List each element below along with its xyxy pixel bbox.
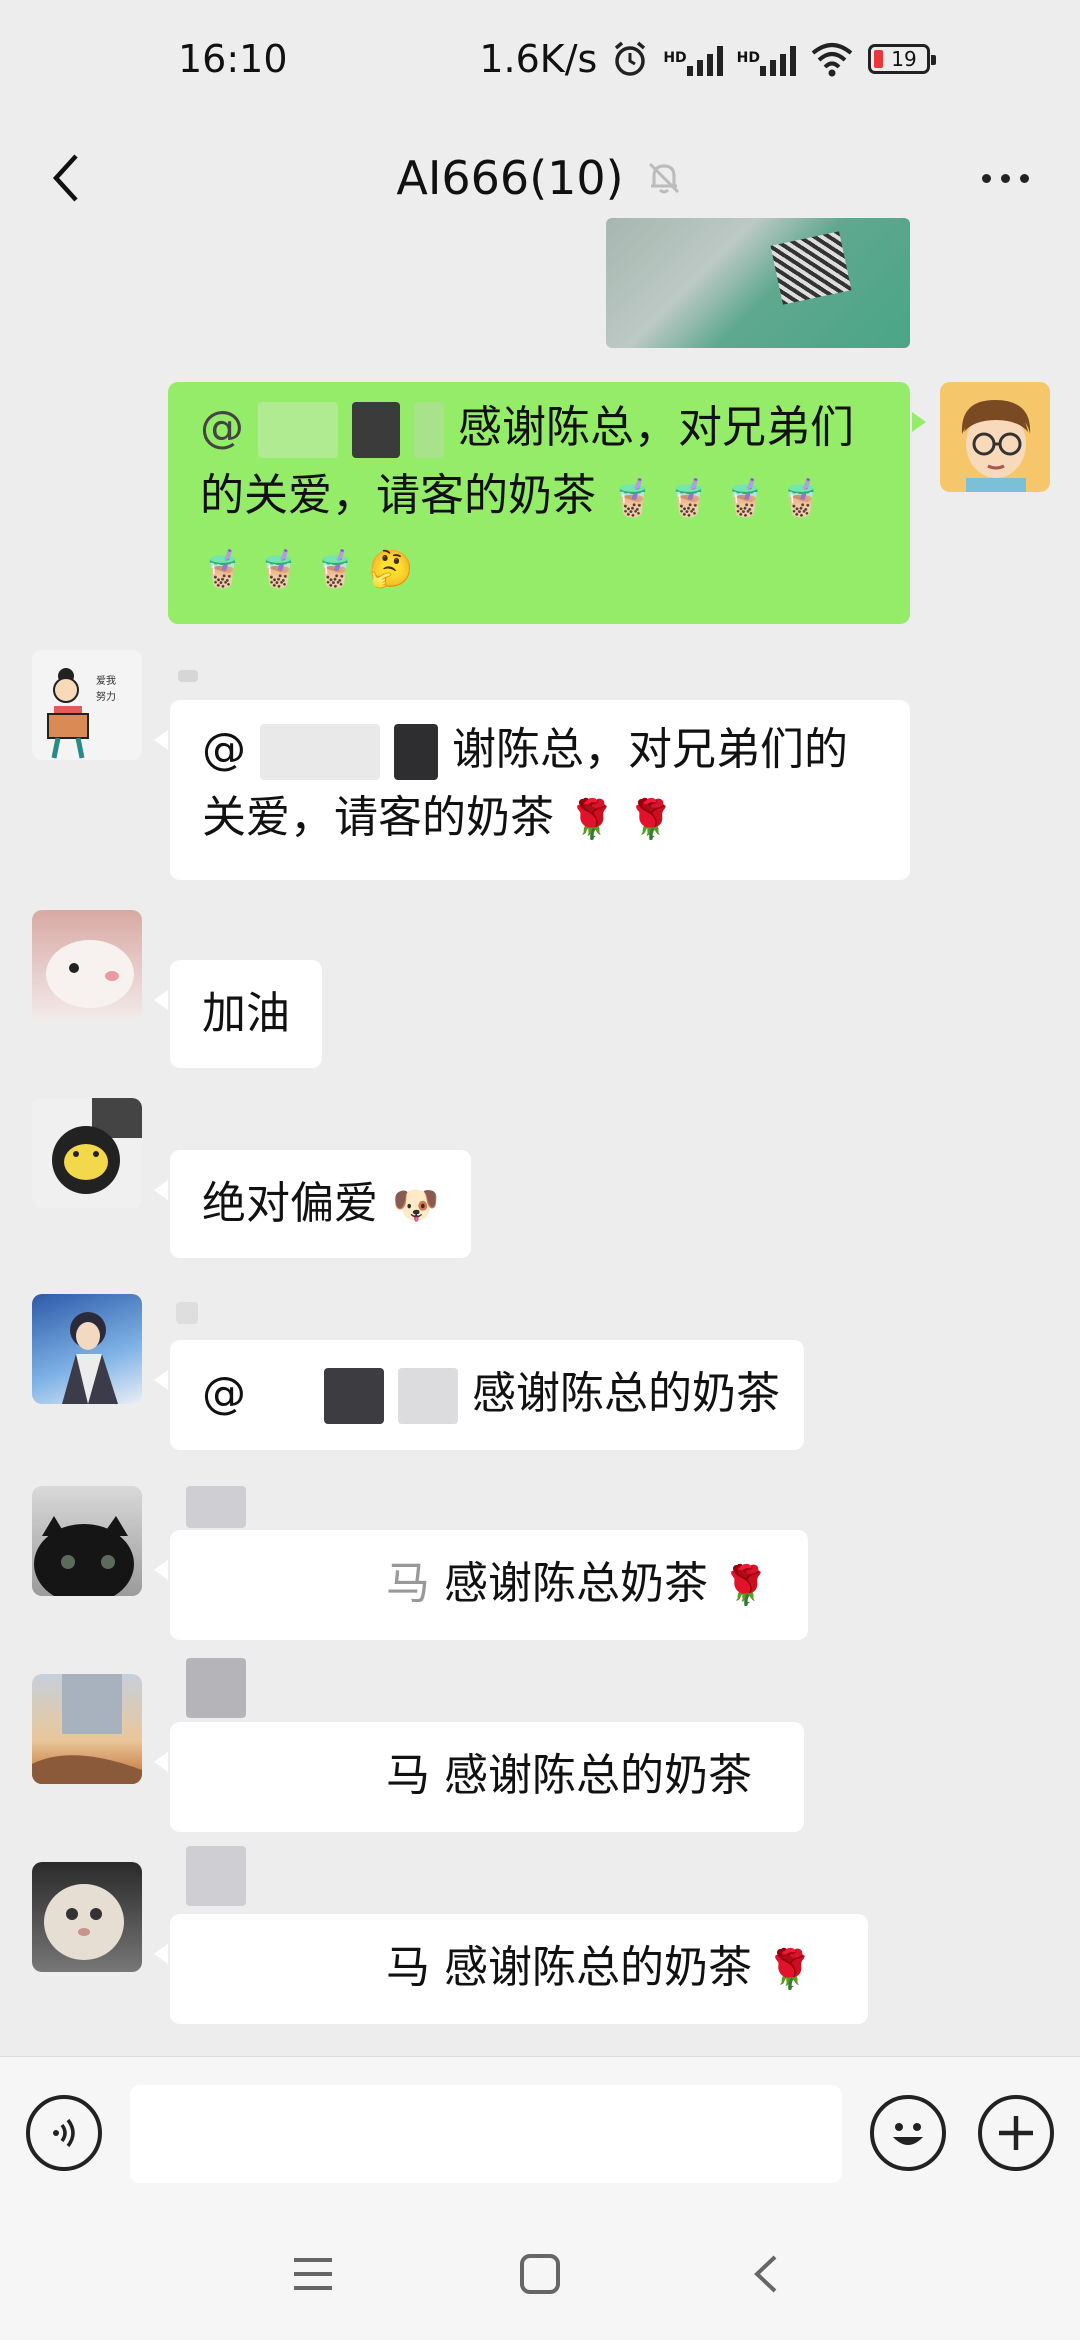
message-bubble-received[interactable]: 马 感谢陈总的奶茶 bbox=[154, 1722, 804, 1832]
avatar[interactable] bbox=[32, 1674, 142, 1784]
message-bubble-received[interactable]: @ 谢陈总，对兄弟们的 关爱，请客的奶茶 🌹 🌹 bbox=[154, 700, 910, 880]
nickname-redacted bbox=[186, 1658, 246, 1718]
message-text: 感谢陈总的奶茶 bbox=[444, 1942, 752, 1993]
back-icon[interactable] bbox=[38, 148, 98, 208]
message-text: 关爱，请客的奶茶 bbox=[202, 792, 554, 843]
status-indicators: 1.6K/s HD HD 19 bbox=[479, 37, 936, 81]
avatar[interactable] bbox=[940, 382, 1050, 492]
chat-title[interactable]: AI666(10) bbox=[396, 151, 623, 205]
message-bubble-received[interactable]: 绝对偏爱 🐶 bbox=[153, 1150, 472, 1258]
mute-icon bbox=[648, 162, 679, 194]
alarm-icon bbox=[615, 41, 646, 76]
plus-icon[interactable] bbox=[978, 2095, 1054, 2171]
cartoon-girl-avatar: 爱我 努力 bbox=[47, 668, 116, 759]
message-bubble-received[interactable]: @ 感谢陈总的奶茶 bbox=[154, 1340, 804, 1450]
signal-icon: HD bbox=[737, 42, 796, 76]
redacted-name bbox=[394, 724, 438, 780]
input-bar bbox=[0, 2056, 1080, 2208]
signal-hd-label: HD bbox=[736, 50, 760, 66]
redacted-name bbox=[202, 1558, 372, 1614]
battery-icon: 19 bbox=[868, 44, 936, 74]
avatar[interactable] bbox=[32, 1294, 142, 1404]
message-bubble-received[interactable]: 马 感谢陈总奶茶 🌹 bbox=[154, 1530, 808, 1640]
rose-emoji: 🌹 🌹 bbox=[568, 797, 675, 841]
avatar[interactable]: 爱我 努力 bbox=[32, 650, 142, 760]
avatar[interactable] bbox=[32, 910, 142, 1020]
svg-text:努力: 努力 bbox=[96, 690, 116, 703]
message-text: 感谢陈总的奶茶 bbox=[444, 1750, 752, 1801]
emoji-icon[interactable] bbox=[870, 2095, 946, 2171]
redacted-name bbox=[202, 1750, 372, 1806]
message-text: 马 bbox=[386, 1750, 430, 1801]
message-text: 绝对偏爱 bbox=[202, 1178, 378, 1229]
avatar[interactable] bbox=[32, 1486, 142, 1596]
bubble-tea-emoji: 🧋 🧋 🧋 🧋 bbox=[610, 478, 824, 519]
mention-prefix: @ bbox=[202, 1368, 246, 1419]
nickname-redacted bbox=[186, 1846, 246, 1906]
message-text: 感谢陈总奶茶 bbox=[444, 1558, 708, 1609]
svg-text:爱我: 爱我 bbox=[96, 674, 116, 687]
rose-emoji: 🌹 bbox=[722, 1563, 770, 1607]
message-text: 感谢陈总的奶茶 bbox=[472, 1368, 780, 1419]
redacted-name bbox=[258, 402, 338, 458]
back-nav-icon[interactable] bbox=[737, 2244, 797, 2304]
qr-code-image bbox=[770, 231, 852, 305]
nickname-redacted bbox=[178, 670, 198, 682]
redacted-name bbox=[260, 1368, 310, 1424]
message-text: 加油 bbox=[202, 988, 290, 1039]
redacted-name bbox=[202, 1942, 372, 1998]
wifi-icon bbox=[811, 43, 853, 77]
signal-icon: HD bbox=[663, 42, 723, 76]
message-bubble-sent[interactable]: @ 感谢陈总，对兄弟们 的关爱，请客的奶茶 🧋 🧋 🧋 🧋 🧋 🧋 🧋 🤔 bbox=[168, 382, 926, 624]
redacted-name bbox=[324, 1368, 384, 1424]
redacted-name bbox=[398, 1368, 458, 1424]
rose-emoji: 🌹 bbox=[766, 1947, 814, 1991]
hamster-avatar bbox=[46, 940, 134, 1008]
bubble-tea-emoji: 🧋 🧋 🧋 🤔 bbox=[200, 549, 414, 590]
battery-level: 19 bbox=[891, 47, 917, 71]
redacted-name bbox=[352, 402, 400, 458]
network-speed: 1.6K/s bbox=[479, 37, 598, 81]
nickname-redacted bbox=[176, 1302, 198, 1324]
more-icon[interactable] bbox=[970, 148, 1040, 208]
signal-hd-label: HD bbox=[663, 50, 687, 66]
duck-avatar bbox=[52, 1098, 142, 1194]
cartoon-glasses-avatar bbox=[961, 400, 1031, 492]
message-text: 马 bbox=[386, 1942, 430, 1993]
avatar[interactable] bbox=[32, 1098, 142, 1208]
voice-icon[interactable] bbox=[26, 2095, 102, 2171]
home-icon[interactable] bbox=[510, 2244, 570, 2304]
mention-prefix: @ bbox=[202, 724, 246, 775]
message-text: 马 bbox=[386, 1558, 430, 1609]
message-bubble-received[interactable]: 马 感谢陈总的奶茶 🌹 bbox=[154, 1914, 868, 2024]
message-text: 谢陈总，对兄弟们的 bbox=[452, 724, 848, 775]
doge-emoji: 🐶 bbox=[392, 1183, 440, 1227]
message-input[interactable] bbox=[130, 2085, 842, 2183]
redacted-name bbox=[260, 724, 380, 780]
message-text: 的关爱，请客的奶茶 bbox=[200, 470, 596, 521]
system-nav-bar bbox=[0, 2208, 1080, 2340]
nickname-redacted bbox=[186, 1486, 246, 1528]
message-text: 感谢陈总，对兄弟们 bbox=[458, 402, 854, 453]
redacted-name bbox=[414, 402, 444, 458]
anime-character-avatar bbox=[62, 1312, 118, 1404]
avatar[interactable] bbox=[32, 1862, 142, 1972]
black-cat-avatar bbox=[34, 1516, 134, 1596]
status-bar: 16:10 1.6K/s HD HD 19 bbox=[0, 0, 1080, 118]
menu-icon[interactable] bbox=[283, 2244, 343, 2304]
sunset-avatar bbox=[32, 1674, 142, 1784]
image-message[interactable] bbox=[606, 218, 910, 348]
status-time: 16:10 bbox=[178, 37, 288, 81]
mention-prefix: @ bbox=[200, 402, 244, 453]
chat-messages[interactable]: @ 感谢陈总，对兄弟们 的关爱，请客的奶茶 🧋 🧋 🧋 🧋 🧋 🧋 🧋 🤔 爱我… bbox=[0, 218, 1080, 2056]
message-bubble-received[interactable]: 加油 bbox=[154, 960, 322, 1068]
fluffy-cat-avatar bbox=[44, 1884, 124, 1960]
